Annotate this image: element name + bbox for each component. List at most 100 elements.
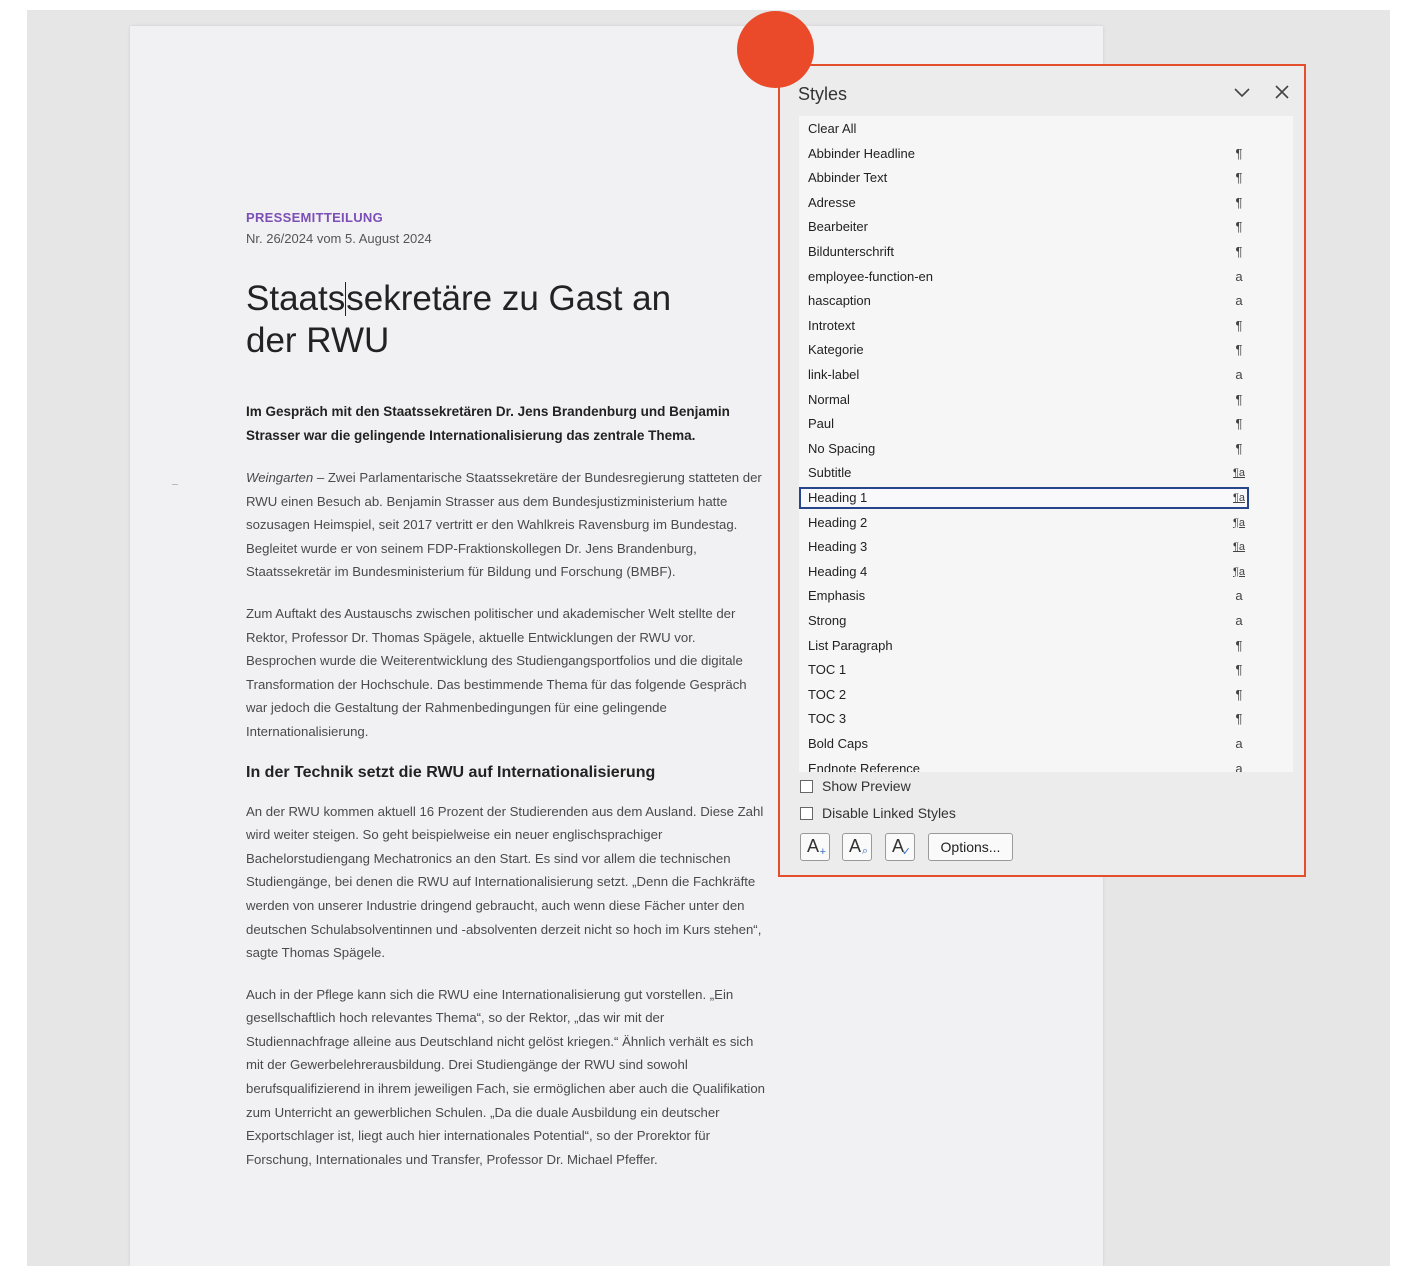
style-item-label: Adresse xyxy=(808,194,856,210)
style-item[interactable]: Bildunterschrift ¶ xyxy=(799,241,1249,263)
kicker: PRESSEMITTEILUNG xyxy=(246,210,383,225)
linked-style-icon: ¶a xyxy=(1232,492,1246,504)
style-item[interactable]: TOC 3 ¶ xyxy=(799,708,1249,730)
paragraph-style-icon: ¶ xyxy=(1235,440,1243,456)
style-item[interactable]: Bearbeiter ¶ xyxy=(799,216,1249,238)
style-item[interactable]: Adresse ¶ xyxy=(799,192,1249,214)
paragraph-style-icon: ¶ xyxy=(1235,711,1243,727)
linked-style-icon: ¶a xyxy=(1232,516,1246,529)
styles-pane: Styles Clear All Abbinder Headline ¶ Abbind… xyxy=(778,64,1306,877)
style-item-label: Clear All xyxy=(808,121,857,136)
style-item[interactable]: Heading 2 ¶a xyxy=(799,512,1249,534)
style-item-label: Paul xyxy=(808,416,835,432)
style-item[interactable]: Emphasis a xyxy=(799,585,1249,607)
styles-pane-title: Styles xyxy=(798,84,848,104)
style-item[interactable]: TOC 1 ¶ xyxy=(799,659,1249,681)
style-item[interactable]: Endnote Reference a xyxy=(799,758,1249,772)
character-style-icon: a xyxy=(1235,613,1243,628)
options-button[interactable]: Options... xyxy=(928,833,1013,861)
style-item[interactable]: Normal ¶ xyxy=(799,389,1249,411)
paragraph-style-icon: ¶ xyxy=(1235,637,1243,653)
style-item-label: Heading 3 xyxy=(808,539,868,555)
style-item-label: Emphasis xyxy=(808,588,866,604)
check-icon: ✓ xyxy=(901,846,911,858)
paragraph-1: Weingarten – Zwei Parlamentarische Staat… xyxy=(246,466,766,584)
checkbox-box[interactable] xyxy=(800,780,813,793)
style-item-label: employee-function-en xyxy=(808,268,934,284)
style-item[interactable]: TOC 2 ¶ xyxy=(799,684,1249,706)
paragraph-style-icon: ¶ xyxy=(1235,391,1243,407)
style-item-label: TOC 1 xyxy=(808,662,847,678)
style-item[interactable]: link-label a xyxy=(799,364,1249,386)
show-preview-label: Show Preview xyxy=(822,778,911,794)
title-part-1: Staats xyxy=(246,279,346,318)
checkbox-box[interactable] xyxy=(800,807,813,820)
style-item-label: hascaption xyxy=(808,293,871,309)
paragraph-3: An der RWU kommen aktuell 16 Prozent der… xyxy=(246,803,764,961)
paragraph-style-icon: ¶ xyxy=(1235,194,1243,210)
manage-styles-button[interactable]: A ✓ xyxy=(885,833,915,861)
style-item-label: List Paragraph xyxy=(808,637,893,653)
style-item[interactable]: employee-function-en a xyxy=(799,266,1249,288)
style-item[interactable]: Clear All xyxy=(799,118,1249,140)
paragraph-4: Auch in der Pflege kann sich die RWU ein… xyxy=(246,986,765,1167)
page-title: Staatssekretäre zu Gast an der RWU xyxy=(246,278,676,362)
style-inspector-icon: A xyxy=(849,836,862,856)
style-item[interactable]: hascaption a xyxy=(799,290,1249,312)
style-item-label: TOC 3 xyxy=(808,711,847,727)
style-item[interactable]: Bold Caps a xyxy=(799,733,1249,755)
style-item-label: No Spacing xyxy=(808,440,876,456)
style-item[interactable]: Heading 1 ¶a xyxy=(799,487,1249,509)
paragraph-style-icon: ¶ xyxy=(1235,145,1243,161)
character-style-icon: a xyxy=(1235,293,1243,309)
disable-linked-styles-checkbox[interactable]: Disable Linked Styles xyxy=(800,805,1200,825)
style-item-label: Introtext xyxy=(808,317,855,333)
style-item-label: Heading 1 xyxy=(808,490,868,505)
paragraph-2: Zum Auftakt des Austauschs zwischen poli… xyxy=(246,605,747,739)
close-icon[interactable] xyxy=(1272,82,1292,102)
style-item[interactable]: Heading 4 ¶a xyxy=(799,561,1249,583)
linked-style-icon: ¶a xyxy=(1232,541,1246,554)
style-item[interactable]: Strong a xyxy=(799,610,1249,632)
style-item-label: Bold Caps xyxy=(808,736,868,751)
subheading: In der Technik setzt die RWU auf Interna… xyxy=(246,763,656,781)
style-item-label: Normal xyxy=(808,391,850,407)
character-style-icon: a xyxy=(1235,268,1243,284)
issue-line: Nr. 26/2024 vom 5. August 2024 xyxy=(246,231,432,246)
style-item-label: Heading 4 xyxy=(808,563,868,579)
paragraph-style-icon: ¶ xyxy=(1235,317,1243,333)
style-item-label: Abbinder Headline xyxy=(808,145,915,161)
style-item[interactable]: Subtitle ¶a xyxy=(799,462,1249,484)
paragraph-style-icon: ¶ xyxy=(1235,170,1243,186)
style-item-label: link-label xyxy=(808,367,860,382)
character-style-icon: a xyxy=(1235,367,1243,382)
disable-linked-styles-label: Disable Linked Styles xyxy=(822,805,956,821)
style-item-label: Subtitle xyxy=(808,465,852,481)
styles-list[interactable]: Clear All Abbinder Headline ¶ Abbinder Text… xyxy=(799,116,1293,772)
paragraph-style-icon: ¶ xyxy=(1235,662,1243,678)
new-style-icon: A xyxy=(807,836,820,856)
style-item-label: Bearbeiter xyxy=(808,219,868,235)
style-item-label: Endnote Reference xyxy=(808,760,921,772)
style-item[interactable]: Kategorie ¶ xyxy=(799,339,1249,361)
style-item[interactable]: Heading 3 ¶a xyxy=(799,536,1249,558)
show-preview-checkbox[interactable]: Show Preview xyxy=(800,778,1200,798)
margin-mark xyxy=(172,484,178,485)
character-style-icon: a xyxy=(1235,736,1243,751)
style-item[interactable]: Paul ¶ xyxy=(799,413,1249,435)
style-item-label: Strong xyxy=(808,613,847,628)
chevron-down-icon[interactable] xyxy=(1232,82,1252,102)
style-item[interactable]: List Paragraph ¶ xyxy=(799,635,1249,657)
style-item[interactable]: No Spacing ¶ xyxy=(799,438,1249,460)
linked-style-icon: ¶a xyxy=(1232,565,1246,578)
style-item[interactable]: Abbinder Headline ¶ xyxy=(799,143,1249,165)
document-body[interactable]: PRESSEMITTEILUNG Nr. 26/2024 vom 5. Augu… xyxy=(246,210,766,1171)
magnifier-icon: ⌕ xyxy=(861,845,868,857)
style-item[interactable]: Abbinder Text ¶ xyxy=(799,167,1249,189)
paragraph-style-icon: ¶ xyxy=(1235,342,1243,358)
new-style-button[interactable]: A + xyxy=(800,833,830,861)
style-inspector-button[interactable]: A ⌕ xyxy=(842,833,872,861)
style-item[interactable]: Introtext ¶ xyxy=(799,315,1249,337)
style-item-label: Heading 2 xyxy=(808,514,868,530)
style-item-label: Kategorie xyxy=(808,342,864,358)
